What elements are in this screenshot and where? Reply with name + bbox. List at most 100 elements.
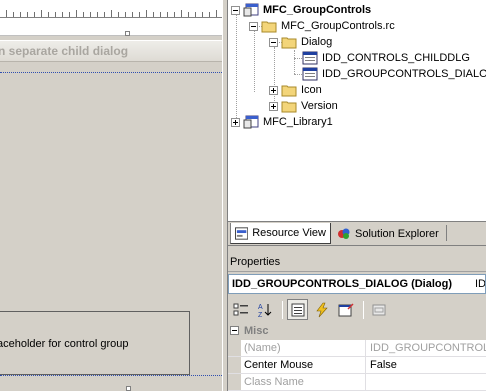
ruler-tick bbox=[167, 12, 168, 17]
collapse-icon[interactable] bbox=[249, 21, 258, 31]
ruler-tick bbox=[55, 12, 56, 17]
ruler-tick bbox=[111, 10, 112, 17]
tree-item-rc-file[interactable]: MFC_GroupControls.rc bbox=[249, 18, 395, 34]
tree-item-idd-groupcontrols-dialog[interactable]: IDD_GROUPCONTROLS_DIALOG bbox=[302, 66, 486, 82]
tree-item-label: Version bbox=[301, 100, 338, 112]
control-group-placeholder[interactable]: aceholder for control group bbox=[0, 311, 190, 375]
tree-item-label: MFC_GroupControls bbox=[263, 4, 372, 16]
tree-item-icon-folder[interactable]: Icon bbox=[269, 82, 322, 98]
messages-button[interactable] bbox=[335, 299, 356, 320]
tree-item-dialog-folder[interactable]: Dialog bbox=[269, 34, 332, 50]
resource-view-icon bbox=[235, 226, 249, 240]
dialog-resource-icon bbox=[302, 67, 318, 81]
tree-item-project-mfc-library1[interactable]: MFC_Library1 bbox=[231, 114, 333, 130]
folder-icon bbox=[281, 101, 297, 113]
lightning-icon bbox=[315, 302, 328, 317]
folder-icon bbox=[281, 37, 297, 49]
svg-text:A: A bbox=[258, 304, 263, 311]
svg-text:Z: Z bbox=[258, 312, 263, 318]
ruler-tick bbox=[97, 12, 98, 17]
ruler-tick bbox=[83, 12, 84, 17]
expand-icon[interactable] bbox=[269, 85, 278, 95]
property-value[interactable]: IDD_GROUPCONTROLS_ bbox=[367, 340, 486, 356]
project-icon bbox=[243, 115, 259, 129]
property-pages-icon bbox=[372, 304, 385, 315]
ruler-tick bbox=[6, 10, 7, 17]
tree-item-version-folder[interactable]: Version bbox=[269, 98, 338, 114]
ruler-tick bbox=[104, 12, 105, 17]
ruler-tick bbox=[20, 12, 21, 17]
properties-toolbar: A Z bbox=[228, 297, 486, 322]
dialog-editor-canvas[interactable]: n separate child dialog aceholder for co… bbox=[0, 0, 222, 391]
ruler-tick bbox=[216, 10, 217, 17]
folder-icon bbox=[261, 21, 277, 33]
properties-button[interactable] bbox=[287, 299, 308, 320]
tree-item-project-mfc-groupcontrols[interactable]: MFC_GroupControls bbox=[231, 2, 371, 18]
ruler-tick bbox=[160, 12, 161, 17]
events-button[interactable] bbox=[311, 299, 332, 320]
property-row-name[interactable]: (Name) IDD_GROUPCONTROLS_ bbox=[228, 340, 486, 357]
ruler-tick bbox=[209, 12, 210, 17]
tree-item-label: Icon bbox=[301, 84, 322, 96]
alphabetical-sort-icon: A Z bbox=[258, 303, 271, 318]
placeholder-label: aceholder for control group bbox=[0, 338, 129, 350]
properties-title: Properties bbox=[228, 252, 486, 272]
ruler-tick bbox=[48, 12, 49, 17]
dialog-margin-guide-bottom bbox=[0, 375, 222, 376]
property-name: Class Name bbox=[242, 374, 366, 390]
property-row-center-mouse[interactable]: Center Mouse False bbox=[228, 357, 486, 374]
ruler-tick bbox=[125, 12, 126, 17]
ruler-tick bbox=[90, 12, 91, 17]
property-row-class-name[interactable]: Class Name bbox=[228, 374, 486, 391]
expand-icon[interactable] bbox=[231, 117, 240, 127]
ruler-tick bbox=[195, 12, 196, 17]
alphabetical-button[interactable]: A Z bbox=[254, 299, 275, 320]
tree-item-idd-controls-childdlg[interactable]: IDD_CONTROLS_CHILDDLG bbox=[302, 50, 470, 66]
object-selector-dropdown[interactable]: IDD_GROUPCONTROLS_DIALOG (Dialog) ID bbox=[228, 274, 486, 294]
tab-label: Solution Explorer bbox=[355, 227, 439, 240]
tree-item-label: IDD_CONTROLS_CHILDDLG bbox=[322, 52, 470, 64]
ruler-tick bbox=[146, 10, 147, 17]
property-name: Center Mouse bbox=[242, 357, 366, 373]
tree-item-label: Dialog bbox=[301, 36, 333, 48]
ruler-tick bbox=[181, 10, 182, 17]
dialog-caption-bar: n separate child dialog bbox=[0, 40, 222, 62]
category-row-misc[interactable]: Misc bbox=[228, 323, 486, 340]
tree-item-label: MFC_Library1 bbox=[263, 116, 333, 128]
category-label: Misc bbox=[244, 325, 269, 337]
selected-object-name: IDD_GROUPCONTROLS_DIALOG (Dialog) bbox=[232, 278, 453, 290]
tab-label: Resource View bbox=[252, 227, 326, 239]
ruler-tick bbox=[41, 10, 42, 17]
property-grid[interactable]: Misc (Name) IDD_GROUPCONTROLS_ Center Mo… bbox=[228, 323, 486, 391]
property-value[interactable]: False bbox=[367, 357, 486, 373]
tab-solution-explorer[interactable]: Solution Explorer bbox=[333, 223, 445, 244]
tab-resource-view[interactable]: Resource View bbox=[230, 223, 331, 244]
ruler-tick bbox=[76, 10, 77, 17]
properties-list-icon bbox=[291, 303, 304, 316]
collapse-icon[interactable] bbox=[231, 5, 240, 15]
categorized-icon bbox=[233, 303, 248, 315]
solution-explorer-icon bbox=[338, 228, 350, 239]
collapse-icon[interactable] bbox=[230, 326, 239, 335]
property-pages-button[interactable] bbox=[368, 299, 389, 320]
project-icon bbox=[243, 3, 259, 17]
ruler-tick bbox=[153, 12, 154, 17]
ruler-tick bbox=[62, 12, 63, 17]
collapse-icon[interactable] bbox=[269, 37, 278, 47]
ruler-marker[interactable] bbox=[125, 31, 130, 36]
dialog-resize-handle[interactable] bbox=[126, 386, 131, 391]
editor-ruler bbox=[0, 0, 222, 36]
dialog-resource-icon bbox=[302, 51, 318, 65]
properties-window: Properties IDD_GROUPCONTROLS_DIALOG (Dia… bbox=[228, 252, 486, 391]
categorized-button[interactable] bbox=[230, 299, 251, 320]
messages-icon bbox=[338, 302, 354, 316]
ruler-tick bbox=[34, 12, 35, 17]
ruler-tick bbox=[118, 12, 119, 17]
ruler-tick bbox=[69, 12, 70, 17]
ruler-tick bbox=[202, 12, 203, 17]
ruler-tick bbox=[132, 12, 133, 17]
resource-tree[interactable]: MFC_GroupControls MFC_GroupControls.rc D… bbox=[228, 0, 486, 222]
expand-icon[interactable] bbox=[269, 101, 278, 111]
property-value[interactable] bbox=[367, 374, 486, 390]
tree-item-label: MFC_GroupControls.rc bbox=[281, 20, 395, 32]
